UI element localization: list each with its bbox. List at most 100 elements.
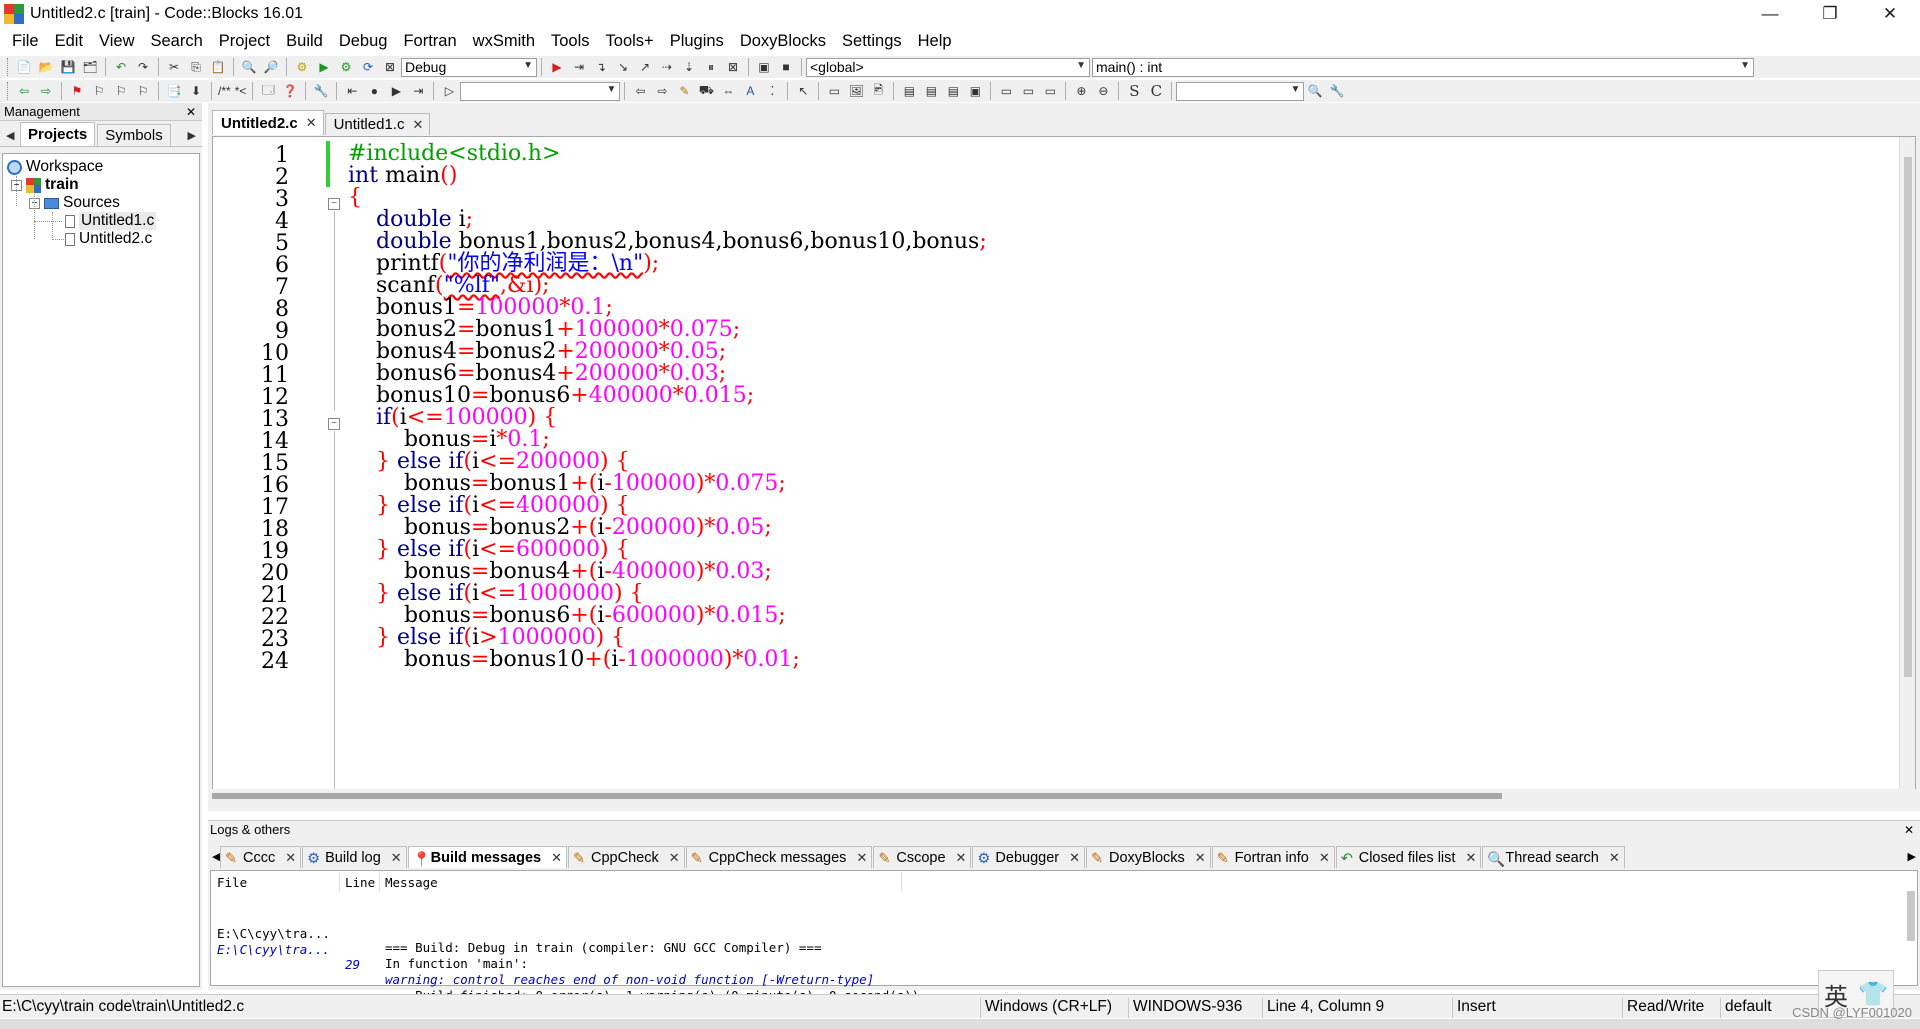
tab-projects[interactable]: Projects [20, 122, 96, 146]
tab-untitled1[interactable]: Untitled1.c ✕ [324, 113, 431, 135]
occurrence-icon[interactable]: ⛟ [697, 82, 715, 100]
pointer-icon[interactable]: ↖ [794, 82, 812, 100]
log-tabs-scroll-right-icon[interactable]: ▶ [1908, 850, 1916, 863]
cut-icon[interactable]: ✂ [165, 58, 183, 76]
step-into-icon[interactable]: ↘ [614, 58, 632, 76]
search-combo[interactable]: ▼ [460, 81, 621, 101]
step-out-icon[interactable]: ↗ [636, 58, 654, 76]
debug-start-icon[interactable]: ▶ [548, 58, 566, 76]
line-comment-button[interactable]: *< [235, 82, 247, 100]
various-info-icon[interactable]: ■ [777, 58, 795, 76]
jump-forward-icon[interactable]: ⇥ [409, 82, 427, 100]
logs-close-button[interactable]: ✕ [1904, 823, 1914, 837]
close-tab-icon[interactable]: ✕ [285, 850, 296, 866]
close-button[interactable]: ✕ [1860, 0, 1920, 28]
record-icon[interactable]: ● [365, 82, 383, 100]
fold-toggle-icon[interactable]: − [328, 198, 340, 210]
tab-build-messages[interactable]: 📍 Build messages ✕ [407, 846, 567, 868]
frame3-icon[interactable]: ▭ [1041, 82, 1059, 100]
menu-file[interactable]: File [4, 32, 47, 51]
tab-cscope[interactable]: ✎ Cscope ✕ [873, 846, 972, 868]
settings-wrench-icon[interactable]: 🔧 [1328, 82, 1346, 100]
close-tab-icon[interactable]: ✕ [1195, 850, 1206, 866]
bookmark-next-icon[interactable]: ⚐ [112, 82, 130, 100]
close-tab-icon[interactable]: ✕ [856, 850, 867, 866]
open-file-icon[interactable]: 📂 [37, 58, 55, 76]
block-comment-button[interactable]: /** [218, 82, 231, 100]
editor-horizontal-scrollbar[interactable] [212, 789, 1916, 803]
menu-fortran[interactable]: Fortran [395, 32, 464, 51]
tab-cppcheck-messages[interactable]: ✎ CppCheck messages ✕ [685, 846, 873, 868]
image2-icon[interactable]: 🖻 [869, 82, 887, 100]
tab-thread-search[interactable]: 🔍 Thread search ✕ [1482, 846, 1625, 868]
s-button[interactable]: S [1125, 82, 1143, 100]
menu-build[interactable]: Build [278, 32, 331, 51]
tab-fortran-info[interactable]: ✎ Fortran info ✕ [1211, 846, 1335, 868]
build-target-select[interactable]: Debug ▼ [401, 57, 537, 77]
menu-project[interactable]: Project [211, 32, 278, 51]
image-icon[interactable]: 🖼 [847, 82, 865, 100]
play-icon[interactable]: ▶ [387, 82, 405, 100]
nav-left-icon[interactable]: ⇦ [631, 82, 649, 100]
column-header-message[interactable]: Message [381, 875, 438, 893]
build-messages-list[interactable]: File Line Message === Build: Debug in tr… [210, 870, 1918, 1003]
close-tab-icon[interactable]: ✕ [1069, 850, 1080, 866]
code-editor[interactable]: 1 2 3 4 5 6 7 8 9 10 11 12 13 14 15 16 17 18 19 20 21 22 23 24 … [212, 136, 1916, 790]
menu-plugins[interactable]: Plugins [662, 32, 732, 51]
build-run-icon[interactable]: ⚙ [337, 58, 355, 76]
tab-debugger[interactable]: ⚙ Debugger ✕ [972, 846, 1086, 868]
stop-debug-icon[interactable]: ⊠ [724, 58, 742, 76]
bookmark-prev-icon[interactable]: ⚐ [90, 82, 108, 100]
close-tab-icon[interactable]: ✕ [1609, 850, 1620, 866]
paste-icon[interactable]: 📋 [209, 58, 227, 76]
function-select[interactable]: main() : int ▼ [1092, 57, 1754, 77]
run-to-cursor-icon[interactable]: ⇥ [570, 58, 588, 76]
tool-combo[interactable]: ▼ [1176, 81, 1305, 101]
bookmark-clear-icon[interactable]: ⚐ [134, 82, 152, 100]
layout4-icon[interactable]: ▣ [966, 82, 984, 100]
replace-icon[interactable]: 🔎 [262, 58, 280, 76]
highlight-icon[interactable]: ✎ [675, 82, 693, 100]
doxy-wizard-icon[interactable]: 📑 [165, 82, 183, 100]
close-tab-icon[interactable]: ✕ [391, 850, 402, 866]
management-close-button[interactable]: ✕ [186, 105, 196, 119]
run-icon[interactable]: ▶ [315, 58, 333, 76]
log-row[interactable]: === Build finished: 0 error(s), 1 warnin… [211, 943, 949, 1003]
copy-icon[interactable]: ⎘ [187, 58, 205, 76]
jump-back-icon[interactable]: ⇤ [343, 82, 361, 100]
tab-closed-files[interactable]: ↶ Closed files list ✕ [1335, 846, 1482, 868]
save-all-icon[interactable]: 🗂 [81, 58, 99, 76]
editor-vertical-scrollbar[interactable] [1899, 137, 1915, 789]
menu-doxyblocks[interactable]: DoxyBlocks [732, 32, 834, 51]
tab-cccc[interactable]: ✎ Cccc ✕ [220, 846, 302, 868]
step-into-instruction-icon[interactable]: ⇣ [680, 58, 698, 76]
layout2-icon[interactable]: ▤ [922, 82, 940, 100]
column-header-line[interactable]: Line [341, 875, 375, 893]
c-button[interactable]: C [1147, 82, 1165, 100]
toolbar-grip[interactable] [7, 58, 10, 76]
zoom-out-icon[interactable]: ⊖ [1094, 82, 1112, 100]
maximize-button[interactable]: ❐ [1800, 0, 1860, 28]
tab-untitled2[interactable]: Untitled2.c ✕ [212, 110, 324, 135]
tree-file-untitled2[interactable]: Untitled2.c [65, 228, 152, 250]
redo-icon[interactable]: ↷ [134, 58, 152, 76]
save-icon[interactable]: 💾 [59, 58, 77, 76]
scope-select[interactable]: <global> ▼ [806, 57, 1090, 77]
tab-scroll-left-icon[interactable]: ◀ [6, 129, 14, 142]
nav-right-icon[interactable]: ⇨ [653, 82, 671, 100]
clear-icon[interactable]: ⁚ [763, 82, 781, 100]
search-go-icon[interactable]: 🔍 [1306, 82, 1324, 100]
menu-view[interactable]: View [91, 32, 142, 51]
layout3-icon[interactable]: ▤ [944, 82, 962, 100]
back-icon[interactable]: ⇦ [15, 82, 33, 100]
build-icon[interactable]: ⚙ [293, 58, 311, 76]
next-instruction-icon[interactable]: ⇢ [658, 58, 676, 76]
debug-windows-icon[interactable]: ▣ [755, 58, 773, 76]
menu-tools-plus[interactable]: Tools+ [598, 32, 662, 51]
doxy-extract-icon[interactable]: ⬇ [187, 82, 205, 100]
minimize-button[interactable]: — [1740, 0, 1800, 28]
new-file-icon[interactable]: 📄 [15, 58, 33, 76]
tools-icon[interactable]: 🔧 [312, 82, 330, 100]
close-tab-icon[interactable]: ✕ [1319, 850, 1330, 866]
font-icon[interactable]: A [741, 82, 759, 100]
